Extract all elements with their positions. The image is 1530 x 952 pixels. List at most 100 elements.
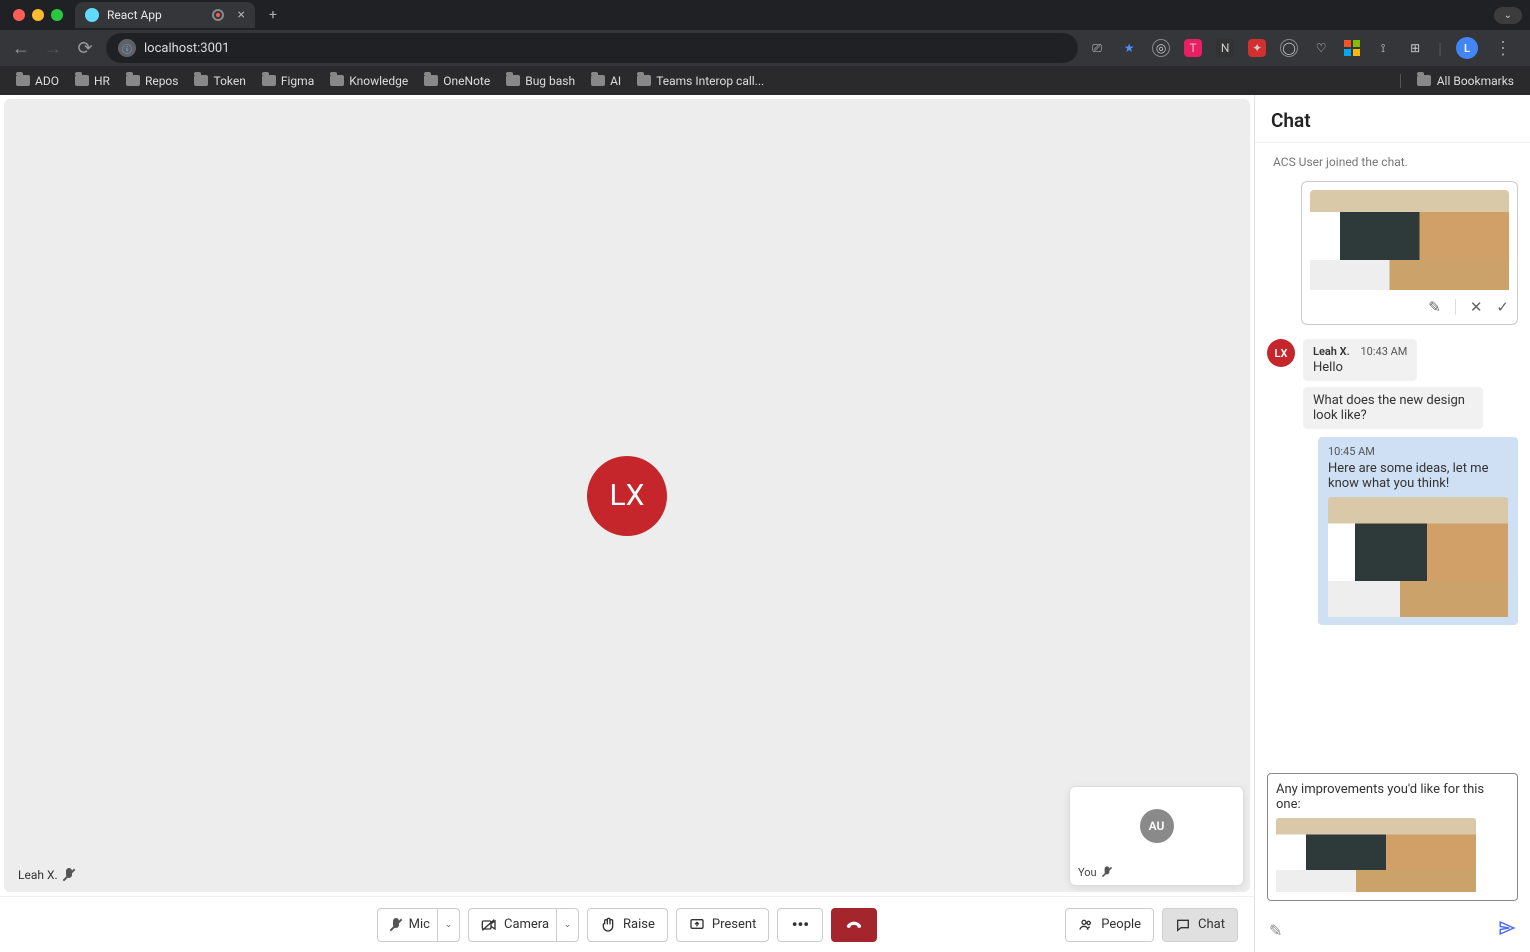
extension-icon[interactable]: N [1216, 39, 1234, 57]
message-bubble: Leah X. 10:43 AM Hello [1303, 339, 1417, 381]
extensions-puzzle-icon[interactable]: ⊞ [1406, 39, 1424, 57]
app: LX Leah X. AU You Mic ⌄ Camera [0, 95, 1530, 952]
edit-pen-icon[interactable]: ✎ [1428, 298, 1441, 316]
extension-icon[interactable]: ⟟ [1374, 39, 1392, 57]
extension-icon[interactable]: ◎ [1152, 39, 1170, 57]
pending-actions: ✎ ✕ ✓ [1310, 298, 1509, 316]
mic-button[interactable]: Mic ⌄ [377, 908, 460, 942]
message-composer[interactable]: Any improvements you'd like for this one… [1267, 773, 1518, 901]
bookmark-folder[interactable]: HR [75, 74, 110, 88]
window-minimize[interactable] [32, 9, 44, 21]
people-button[interactable]: People [1065, 908, 1154, 942]
site-info-icon[interactable]: ⓘ [118, 39, 136, 57]
hangup-button[interactable] [831, 908, 877, 942]
bookmark-folder[interactable]: Bug bash [506, 74, 575, 88]
close-tab-icon[interactable]: × [238, 7, 245, 23]
all-bookmarks[interactable]: All Bookmarks [1400, 74, 1514, 88]
message-text: Here are some ideas, let me know what yo… [1328, 461, 1508, 491]
participant-avatar: LX [587, 456, 667, 536]
extension-icon[interactable]: ♡ [1312, 39, 1330, 57]
self-preview[interactable]: AU You [1069, 786, 1244, 886]
chat-body[interactable]: ACS User joined the chat. ✎ ✕ ✓ LX Leah … [1255, 143, 1530, 767]
composer-attachment-image[interactable] [1276, 818, 1476, 892]
message-meta: Leah X. 10:43 AM [1313, 345, 1407, 358]
attachment-image[interactable] [1328, 497, 1508, 617]
bookmark-folder[interactable]: ADO [16, 74, 59, 88]
message-outgoing: 10:45 AM Here are some ideas, let me kno… [1267, 437, 1518, 625]
participant-name-label: Leah X. [18, 868, 75, 882]
confirm-icon[interactable]: ✓ [1496, 298, 1509, 316]
hangup-icon [844, 915, 864, 935]
address-bar: ← → ⟳ ⓘ localhost:3001 ⎚ ★ ◎ T N ✦ ◯ ♡ ⟟… [0, 30, 1530, 66]
format-pen-icon[interactable]: ✎ [1269, 921, 1282, 940]
tab-title: React App [107, 8, 162, 22]
mic-options-caret[interactable]: ⌄ [437, 909, 459, 941]
video-stage: LX Leah X. AU You [4, 99, 1250, 892]
microsoft-icon[interactable] [1344, 40, 1360, 56]
extension-icon[interactable]: ◯ [1280, 39, 1298, 57]
bookmark-bar: ADO HR Repos Token Figma Knowledge OneNo… [0, 66, 1530, 95]
call-control-bar: Mic ⌄ Camera ⌄ Raise Present ••• [0, 896, 1254, 952]
chat-header: Chat [1255, 95, 1530, 143]
nav-back-icon[interactable]: ← [10, 38, 32, 59]
new-tab-button[interactable]: + [269, 7, 277, 23]
dismiss-icon[interactable]: ✕ [1470, 298, 1483, 316]
nav-reload-icon[interactable]: ⟳ [74, 38, 96, 59]
window-controls [13, 9, 63, 21]
profile-avatar[interactable]: L [1456, 37, 1478, 59]
folder-icon [262, 75, 276, 86]
bookmark-folder[interactable]: Knowledge [330, 74, 408, 88]
camera-off-icon [481, 917, 497, 933]
bookmark-folder[interactable]: Token [194, 74, 245, 88]
browser-tab[interactable]: React App × [75, 2, 255, 28]
folder-icon [75, 75, 89, 86]
window-close[interactable] [13, 9, 25, 21]
bookmark-folder[interactable]: Repos [126, 74, 179, 88]
extension-icon[interactable]: ✦ [1248, 39, 1266, 57]
present-button[interactable]: Present [676, 908, 769, 942]
window-maximize[interactable] [51, 9, 63, 21]
url-field[interactable]: ⓘ localhost:3001 [106, 33, 1078, 63]
tab-strip: React App × + ⌄ [0, 0, 1530, 30]
chat-icon [1175, 917, 1191, 933]
tabs-overflow-icon[interactable]: ⌄ [1494, 7, 1522, 24]
video-area: LX Leah X. AU You Mic ⌄ Camera [0, 95, 1254, 952]
folder-icon [637, 75, 651, 86]
self-label: You [1078, 865, 1113, 879]
muted-mic-icon [1102, 866, 1112, 877]
bookmark-folder[interactable]: Teams Interop call... [637, 74, 764, 88]
attachment-image[interactable] [1310, 190, 1509, 290]
browser-menu-icon[interactable]: ⋮ [1492, 38, 1514, 59]
browser-chrome: React App × + ⌄ ← → ⟳ ⓘ localhost:3001 ⎚… [0, 0, 1530, 95]
pending-image-card: ✎ ✕ ✓ [1301, 181, 1518, 325]
chat-toggle-button[interactable]: Chat [1162, 908, 1238, 942]
message-text: Hello [1313, 360, 1407, 375]
send-button[interactable] [1498, 919, 1516, 942]
hand-icon [600, 917, 616, 933]
message-bubble: What does the new design look like? [1303, 387, 1483, 429]
bookmark-star-icon[interactable]: ★ [1120, 39, 1138, 57]
message-incoming: LX Leah X. 10:43 AM Hello [1267, 339, 1518, 381]
folder-icon [424, 75, 438, 86]
message-timestamp: 10:45 AM [1328, 445, 1508, 458]
more-options-button[interactable]: ••• [777, 908, 823, 942]
bookmark-folder[interactable]: OneNote [424, 74, 490, 88]
camera-options-caret[interactable]: ⌄ [556, 909, 578, 941]
bookmark-folder[interactable]: Figma [262, 74, 314, 88]
muted-mic-icon [63, 868, 75, 882]
folder-icon [1417, 75, 1431, 86]
folder-icon [194, 75, 208, 86]
folder-icon [16, 75, 30, 86]
extension-icon[interactable]: T [1184, 39, 1202, 57]
bookmark-folder[interactable]: AI [591, 74, 621, 88]
right-control-group: People Chat [1065, 908, 1238, 942]
camera-button[interactable]: Camera ⌄ [468, 908, 579, 942]
cast-icon[interactable]: ⎚ [1088, 39, 1106, 57]
nav-forward-icon: → [42, 38, 64, 59]
share-screen-icon [689, 917, 705, 933]
url-text: localhost:3001 [144, 41, 230, 56]
address-right: ⎚ ★ ◎ T N ✦ ◯ ♡ ⟟ ⊞ | L ⋮ [1088, 37, 1520, 59]
message-text: What does the new design look like? [1313, 393, 1473, 423]
composer-text[interactable]: Any improvements you'd like for this one… [1276, 782, 1509, 812]
raise-hand-button[interactable]: Raise [587, 908, 668, 942]
